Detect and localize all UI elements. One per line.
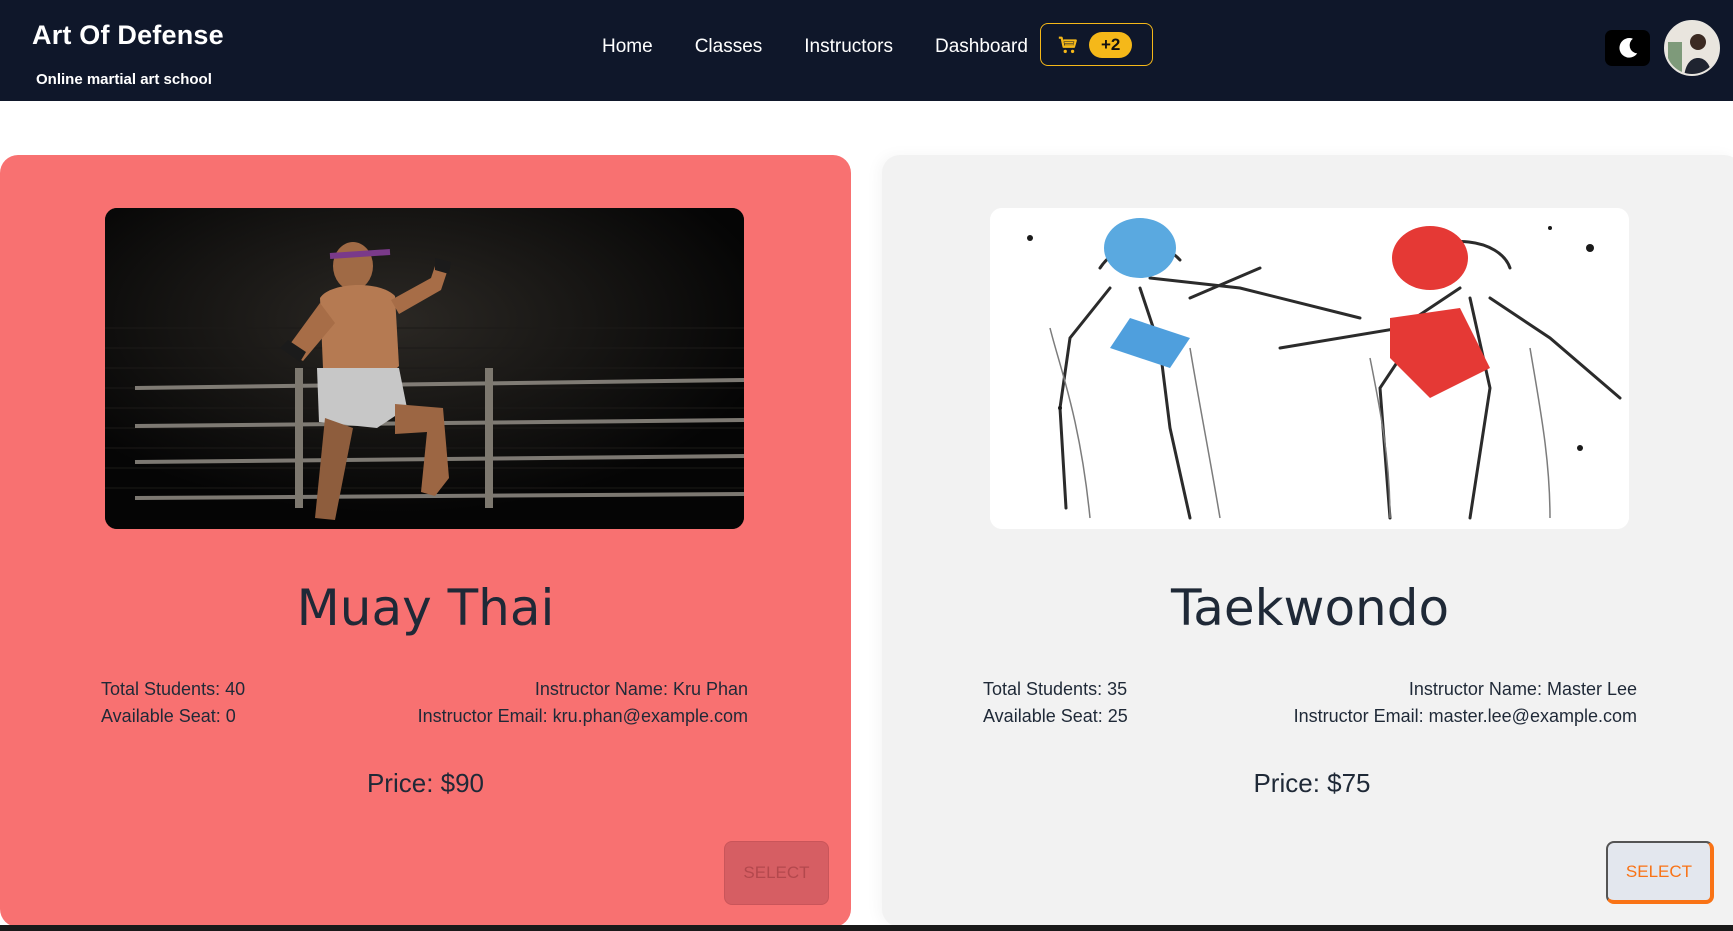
- class-image: [990, 208, 1629, 529]
- class-title: Muay Thai: [296, 579, 555, 637]
- class-stats: Total Students: 35 Available Seat: 25: [983, 676, 1128, 730]
- instructor-info: Instructor Name: Kru Phan Instructor Ema…: [418, 676, 748, 730]
- class-card-taekwondo: Taekwondo Total Students: 35 Available S…: [882, 155, 1733, 927]
- theme-toggle-button[interactable]: [1605, 30, 1650, 66]
- nav-dashboard[interactable]: Dashboard: [935, 36, 1028, 58]
- horizontal-scrollbar[interactable]: [0, 925, 1733, 931]
- class-price: Price: $90: [366, 768, 485, 798]
- muay-thai-fighter-image: [105, 208, 744, 529]
- instructor-name: Instructor Name: Master Lee: [1408, 679, 1637, 699]
- class-image: [105, 208, 744, 529]
- taekwondo-sparring-image: [990, 208, 1629, 529]
- total-students: Total Students: 35: [983, 679, 1128, 699]
- instructor-email: Instructor Email: kru.phan@example.com: [417, 706, 748, 726]
- cart-button[interactable]: +2: [1040, 23, 1153, 66]
- cart-count-badge: +2: [1089, 31, 1133, 58]
- select-button-disabled: SELECT: [724, 841, 829, 905]
- class-title: Taekwondo: [1170, 579, 1450, 637]
- brand-subtitle: Online martial art school: [36, 71, 212, 88]
- select-button[interactable]: SELECT: [1606, 841, 1714, 904]
- top-navbar: Art Of Defense Online martial art school…: [0, 0, 1733, 101]
- available-seat: Available Seat: 0: [101, 706, 236, 726]
- nav-instructors[interactable]: Instructors: [804, 36, 893, 58]
- brand[interactable]: Art Of Defense Online martial art school: [32, 20, 224, 88]
- avatar-icon: [1666, 22, 1718, 74]
- nav-links: Home Classes Instructors Dashboard: [602, 36, 1070, 58]
- available-seat: Available Seat: 25: [983, 706, 1128, 726]
- brand-title[interactable]: Art Of Defense: [32, 20, 224, 51]
- class-price: Price: $75: [1253, 768, 1371, 798]
- total-students: Total Students: 40: [101, 679, 246, 699]
- user-avatar[interactable]: [1664, 20, 1720, 76]
- nav-classes[interactable]: Classes: [695, 36, 763, 58]
- class-card-muay-thai: Muay Thai Total Students: 40 Available S…: [0, 155, 851, 927]
- cart-icon: [1058, 36, 1077, 53]
- nav-home[interactable]: Home: [602, 36, 653, 58]
- instructor-info: Instructor Name: Master Lee Instructor E…: [1294, 676, 1637, 730]
- moon-icon: [1618, 38, 1637, 58]
- instructor-name: Instructor Name: Kru Phan: [534, 679, 748, 699]
- class-stats: Total Students: 40 Available Seat: 0: [101, 676, 245, 730]
- instructor-email: Instructor Email: master.lee@example.com: [1293, 706, 1637, 726]
